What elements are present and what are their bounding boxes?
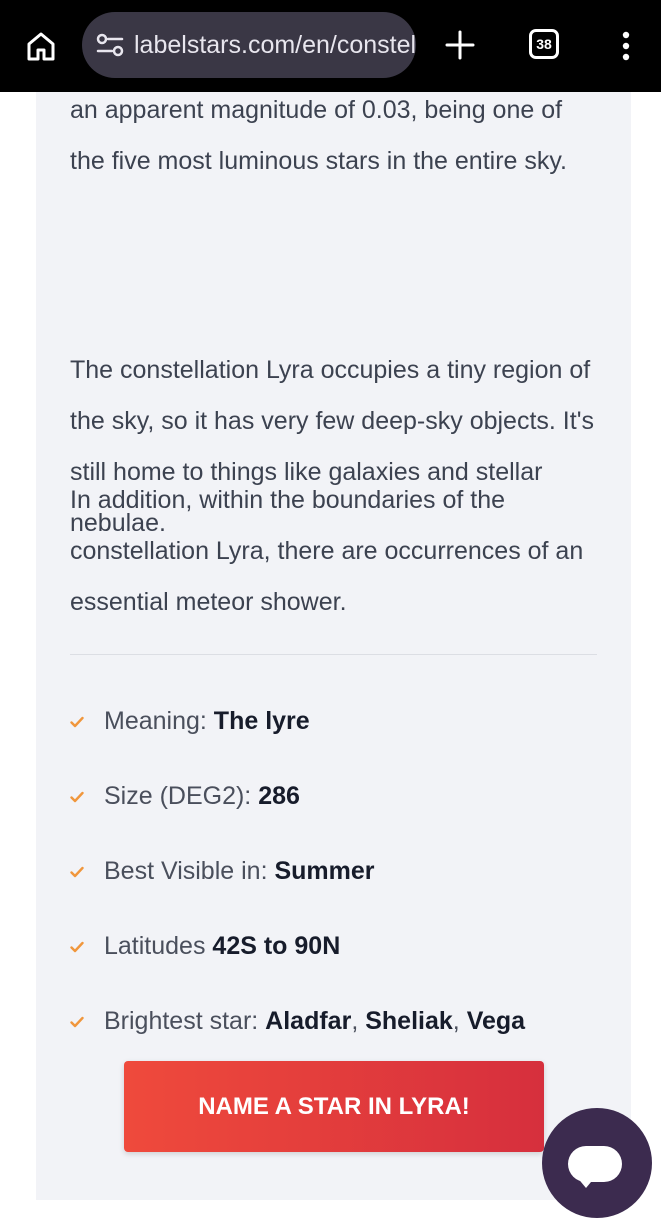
separator: , bbox=[351, 1007, 366, 1035]
tab-count: 38 bbox=[536, 36, 552, 52]
article-paragraph: In addition, within the boundaries of th… bbox=[70, 486, 584, 616]
fact-value: 42S to 90N bbox=[212, 932, 341, 960]
check-icon bbox=[70, 790, 86, 804]
plus-icon bbox=[445, 30, 475, 60]
fact-size: Size (DEG2): 286 bbox=[70, 759, 610, 834]
browser-menu-button[interactable] bbox=[612, 26, 640, 66]
star-link-sheliak[interactable]: Sheliak bbox=[365, 1007, 453, 1036]
tune-icon bbox=[96, 33, 124, 57]
constellation-info-card: an apparent magnitude of 0.03, being one… bbox=[36, 92, 631, 1200]
fact-latitudes: Latitudes 42S to 90N bbox=[70, 909, 610, 984]
article-paragraph: an apparent magnitude of 0.03, being one… bbox=[70, 96, 567, 175]
address-bar[interactable]: labelstars.com/en/constellations/lyra bbox=[82, 12, 416, 78]
fact-value: 286 bbox=[258, 782, 300, 810]
home-button[interactable] bbox=[20, 26, 62, 66]
fact-label: Meaning: bbox=[104, 707, 214, 735]
check-icon bbox=[70, 1015, 86, 1029]
chat-widget-button[interactable] bbox=[542, 1108, 652, 1218]
check-icon bbox=[70, 865, 86, 879]
browser-toolbar: labelstars.com/en/constellations/lyra 38 bbox=[0, 0, 661, 92]
home-icon bbox=[27, 32, 55, 61]
fact-brightest-star: Brightest star: Aladfar , Sheliak , Vega bbox=[70, 984, 610, 1059]
fact-label: Brightest star: bbox=[104, 1007, 266, 1035]
site-settings-button[interactable] bbox=[92, 27, 128, 63]
check-icon bbox=[70, 715, 86, 729]
fact-meaning: Meaning: The lyre bbox=[70, 684, 610, 759]
name-a-star-button[interactable]: NAME A STAR IN LYRA! bbox=[124, 1061, 544, 1152]
kebab-menu-icon bbox=[622, 31, 630, 61]
fact-value: Summer bbox=[274, 857, 375, 885]
separator: , bbox=[452, 1007, 467, 1035]
tab-switcher-button[interactable]: 38 bbox=[529, 29, 559, 59]
star-link-vega[interactable]: Vega bbox=[467, 1007, 525, 1036]
url-text[interactable]: labelstars.com/en/constellations/lyra bbox=[134, 31, 416, 60]
facts-list: Meaning: The lyre Size (DEG2): 286 Best … bbox=[70, 684, 610, 1059]
fact-best-visible: Best Visible in: Summer bbox=[70, 834, 610, 909]
star-link-aladfar[interactable]: Aladfar bbox=[265, 1007, 351, 1036]
divider bbox=[70, 654, 597, 655]
fact-label: Latitudes bbox=[104, 932, 213, 960]
fact-value: The lyre bbox=[213, 707, 310, 735]
fact-label: Best Visible in: bbox=[104, 857, 275, 885]
check-icon bbox=[70, 940, 86, 954]
new-tab-button[interactable] bbox=[440, 25, 480, 65]
fact-label: Size (DEG2): bbox=[104, 782, 259, 810]
